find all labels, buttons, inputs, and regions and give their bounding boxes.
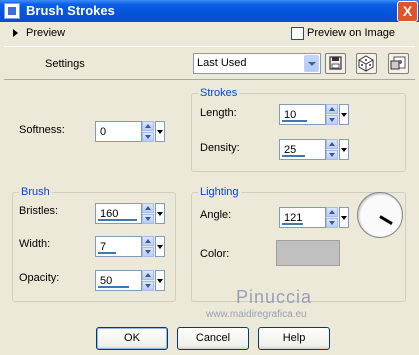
angle-slider-dropdown[interactable]	[339, 207, 349, 228]
width-label: Width:	[19, 238, 51, 250]
decrement-icon[interactable]	[142, 132, 154, 142]
density-spinner[interactable]: 25	[279, 139, 349, 160]
save-icon	[329, 56, 342, 70]
opacity-spinner[interactable]: 50	[95, 270, 165, 291]
decrement-icon[interactable]	[326, 115, 338, 125]
light-color-swatch[interactable]	[276, 240, 340, 266]
app-icon	[4, 3, 20, 19]
density-slider-dropdown[interactable]	[339, 139, 349, 160]
brush-title: Brush	[19, 186, 52, 198]
increment-icon[interactable]	[142, 270, 154, 280]
watermark-name: Pinuccia	[236, 287, 313, 307]
density-input[interactable]: 25	[279, 139, 326, 160]
randomize-button[interactable]	[356, 53, 377, 74]
increment-icon[interactable]	[326, 104, 338, 114]
softness-label: Softness:	[19, 124, 65, 136]
chevron-down-icon[interactable]	[304, 55, 319, 72]
length-label: Length:	[200, 107, 237, 119]
preview-on-image-checkbox[interactable]	[291, 27, 304, 40]
bristles-spinner[interactable]: 160	[95, 203, 165, 224]
expand-preview-icon[interactable]	[13, 29, 18, 37]
opacity-level-bar	[98, 286, 129, 288]
increment-icon[interactable]	[326, 139, 338, 149]
angle-dial[interactable]	[357, 192, 403, 238]
close-button[interactable]: X	[397, 1, 418, 22]
softness-input[interactable]: 0	[95, 121, 142, 142]
preview-on-image-label[interactable]: Preview on Image	[307, 27, 395, 39]
width-input[interactable]: 7	[95, 236, 142, 257]
angle-label: Angle:	[200, 209, 232, 221]
bristles-label: Bristles:	[19, 205, 59, 217]
opacity-input[interactable]: 50	[95, 270, 142, 291]
length-input[interactable]: 10	[279, 104, 326, 125]
preview-toggle[interactable]: Preview	[26, 27, 65, 39]
increment-icon[interactable]	[326, 207, 338, 217]
settings-dropdown[interactable]: Last Used	[193, 53, 321, 74]
strokes-title: Strokes	[198, 87, 240, 99]
angle-dial-needle	[379, 215, 393, 225]
bristles-input[interactable]: 160	[95, 203, 142, 224]
increment-icon[interactable]	[142, 121, 154, 131]
softness-spinner[interactable]: 0	[95, 121, 165, 142]
density-level-bar	[282, 155, 305, 157]
softness-value: 0	[100, 126, 107, 138]
increment-icon[interactable]	[142, 203, 154, 213]
increment-icon[interactable]	[142, 236, 154, 246]
settings-label: Settings	[45, 58, 85, 70]
cancel-button[interactable]: Cancel	[177, 327, 249, 350]
settings-row: Settings Last Used	[4, 46, 415, 80]
preview-bar: Preview Preview on Image	[4, 24, 415, 44]
width-slider-dropdown[interactable]	[155, 236, 165, 257]
length-slider-dropdown[interactable]	[339, 104, 349, 125]
opacity-slider-dropdown[interactable]	[155, 270, 165, 291]
angle-level-bar	[282, 223, 303, 225]
title-bar: Brush Strokes X	[0, 0, 419, 22]
settings-icon	[390, 56, 406, 70]
decrement-icon[interactable]	[326, 218, 338, 228]
bristles-level-bar	[98, 219, 137, 221]
settings-value: Last Used	[197, 57, 247, 69]
watermark-url: www.maidiregrafica.eu	[206, 309, 307, 320]
width-spinner[interactable]: 7	[95, 236, 165, 257]
lighting-title: Lighting	[198, 186, 241, 198]
width-level-bar	[98, 252, 116, 254]
density-label: Density:	[200, 142, 240, 154]
angle-input[interactable]: 121	[279, 207, 326, 228]
decrement-icon[interactable]	[142, 281, 154, 291]
window-title: Brush Strokes	[26, 3, 115, 18]
bristles-slider-dropdown[interactable]	[155, 203, 165, 224]
decrement-icon[interactable]	[142, 214, 154, 224]
decrement-icon[interactable]	[326, 150, 338, 160]
decrement-icon[interactable]	[142, 247, 154, 257]
softness-slider-dropdown[interactable]	[155, 121, 165, 142]
ok-button[interactable]: OK	[96, 327, 168, 350]
help-button[interactable]: Help	[258, 327, 330, 350]
save-preset-button[interactable]	[325, 53, 346, 74]
preset-options-button[interactable]	[388, 53, 409, 74]
length-spinner[interactable]: 10	[279, 104, 349, 125]
angle-spinner[interactable]: 121	[279, 207, 349, 228]
opacity-label: Opacity:	[19, 272, 60, 284]
color-label: Color:	[200, 248, 230, 260]
dice-icon	[358, 55, 374, 72]
length-level-bar	[282, 120, 307, 122]
